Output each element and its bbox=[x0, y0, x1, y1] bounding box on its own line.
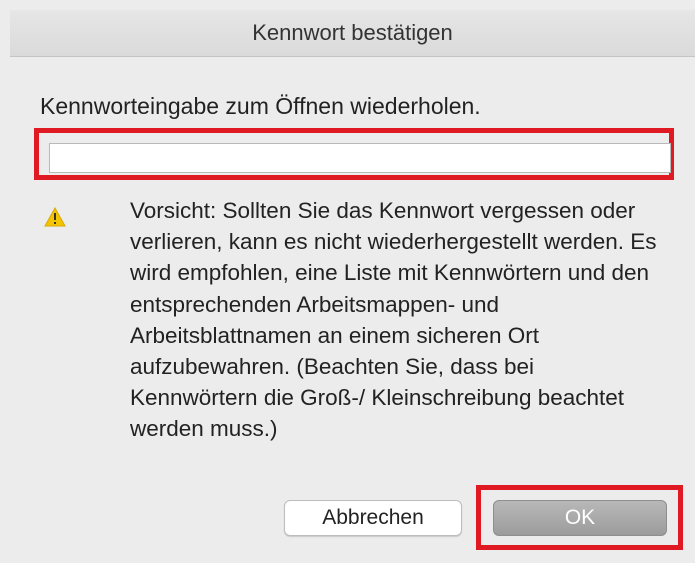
ok-button-highlight: OK bbox=[476, 485, 683, 550]
password-input[interactable] bbox=[49, 143, 671, 173]
prompt-label: Kennworteingabe zum Öffnen wiederholen. bbox=[40, 93, 481, 119]
dialog-content: Kennworteingabe zum Öffnen wiederholen. … bbox=[10, 57, 695, 563]
dialog-title: Kennwort bestätigen bbox=[252, 20, 453, 45]
ok-button[interactable]: OK bbox=[493, 500, 667, 536]
password-confirm-dialog: Kennwort bestätigen Kennworteingabe zum … bbox=[0, 0, 695, 563]
title-bar: Kennwort bestätigen bbox=[10, 10, 695, 57]
warning-message: Vorsicht: Sollten Sie das Kennwort verge… bbox=[130, 198, 657, 442]
password-field-highlight bbox=[34, 128, 674, 180]
cancel-button[interactable]: Abbrechen bbox=[284, 500, 462, 536]
